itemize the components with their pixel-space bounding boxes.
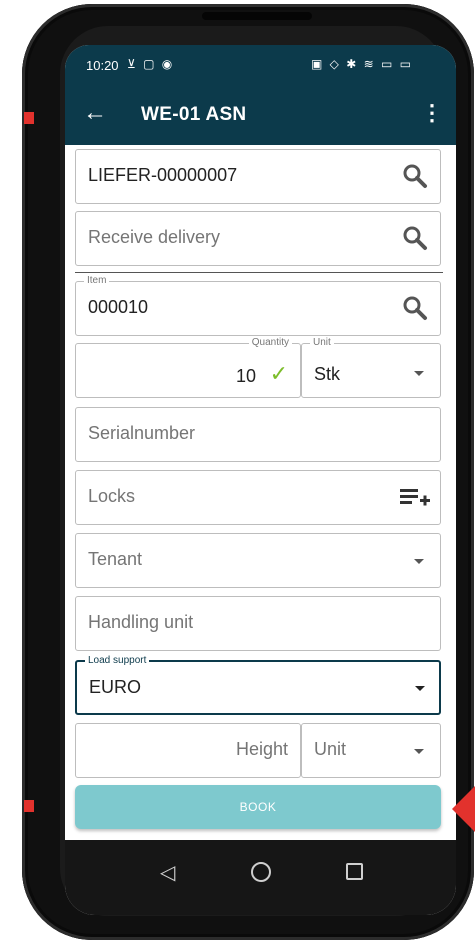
phone-screen: 10:20 ⊻ ▢ ◉ ▣ ◇ ✱ ≋ ▭ ▭ ← WE-01 ASN ⋮ LI… (65, 45, 456, 915)
item-value: 000010 (88, 297, 149, 317)
delivery-field[interactable]: Receive delivery (75, 211, 441, 266)
height-field[interactable]: Height (75, 723, 301, 778)
status-time: 10:20 (86, 58, 119, 73)
nav-home-icon[interactable] (251, 862, 271, 882)
height-placeholder: Height (235, 739, 288, 759)
quantity-field[interactable]: Quantity 10 ✓ (75, 336, 301, 398)
quantity-value: 10 (235, 366, 256, 386)
supplier-value: LIEFER-00000007 (88, 165, 238, 185)
overflow-menu-icon[interactable]: ⋮ (421, 100, 443, 126)
item-label: Item (84, 274, 110, 288)
item-field[interactable]: Item 000010 (75, 274, 441, 336)
locks-field[interactable]: Locks (75, 470, 441, 525)
handling-unit-placeholder: Handling unit (88, 612, 194, 632)
tenant-select[interactable]: Tenant (75, 533, 441, 588)
delivery-placeholder: Receive delivery (88, 227, 221, 247)
quantity-label: Quantity (248, 336, 292, 350)
load-support-value: EURO (89, 677, 142, 697)
status-bar: 10:20 ⊻ ▢ ◉ ▣ ◇ ✱ ≋ ▭ ▭ (65, 45, 456, 87)
chevron-down-icon (415, 686, 425, 691)
unit-label: Unit (310, 336, 334, 350)
form-content: LIEFER-00000007 Receive delivery Item 00… (65, 145, 456, 840)
side-accent-left (24, 112, 34, 124)
add-list-icon[interactable] (400, 485, 430, 509)
nav-recents-icon[interactable] (346, 863, 363, 880)
unit-value: Stk (314, 364, 341, 384)
callout-arrow (452, 785, 475, 833)
locks-placeholder: Locks (88, 486, 136, 506)
serialnumber-placeholder: Serialnumber (88, 423, 196, 443)
page-title: WE-01 ASN (141, 104, 247, 125)
search-icon[interactable] (402, 163, 428, 189)
book-button[interactable]: BOOK (75, 785, 441, 829)
search-icon[interactable] (402, 225, 428, 251)
chevron-down-icon (414, 371, 424, 376)
load-support-select[interactable]: Load support EURO (75, 654, 441, 715)
section-divider (75, 272, 443, 273)
side-accent-left-bottom (24, 800, 34, 812)
supplier-field[interactable]: LIEFER-00000007 (75, 149, 441, 204)
notification-icons: ⊻ ▢ ◉ (127, 57, 175, 71)
load-support-label: Load support (85, 654, 150, 668)
system-status-icons: ▣ ◇ ✱ ≋ ▭ ▭ (311, 57, 414, 71)
back-arrow-icon[interactable]: ← (83, 99, 107, 127)
nav-back-icon[interactable]: ◁ (160, 860, 175, 885)
android-nav-bar: ◁ (65, 840, 456, 915)
chevron-down-icon (414, 749, 424, 754)
app-bar: ← WE-01 ASN ⋮ (65, 87, 456, 145)
serialnumber-field[interactable]: Serialnumber (75, 407, 441, 462)
tenant-placeholder: Tenant (88, 549, 143, 569)
unit-select[interactable]: Unit Stk (301, 336, 441, 398)
handling-unit-field[interactable]: Handling unit (75, 596, 441, 651)
chevron-down-icon (414, 559, 424, 564)
height-unit-placeholder: Unit (314, 739, 347, 759)
search-icon[interactable] (402, 295, 428, 321)
check-icon: ✓ (269, 361, 288, 386)
phone-speaker (202, 12, 312, 20)
height-unit-select[interactable]: Unit (301, 723, 441, 778)
